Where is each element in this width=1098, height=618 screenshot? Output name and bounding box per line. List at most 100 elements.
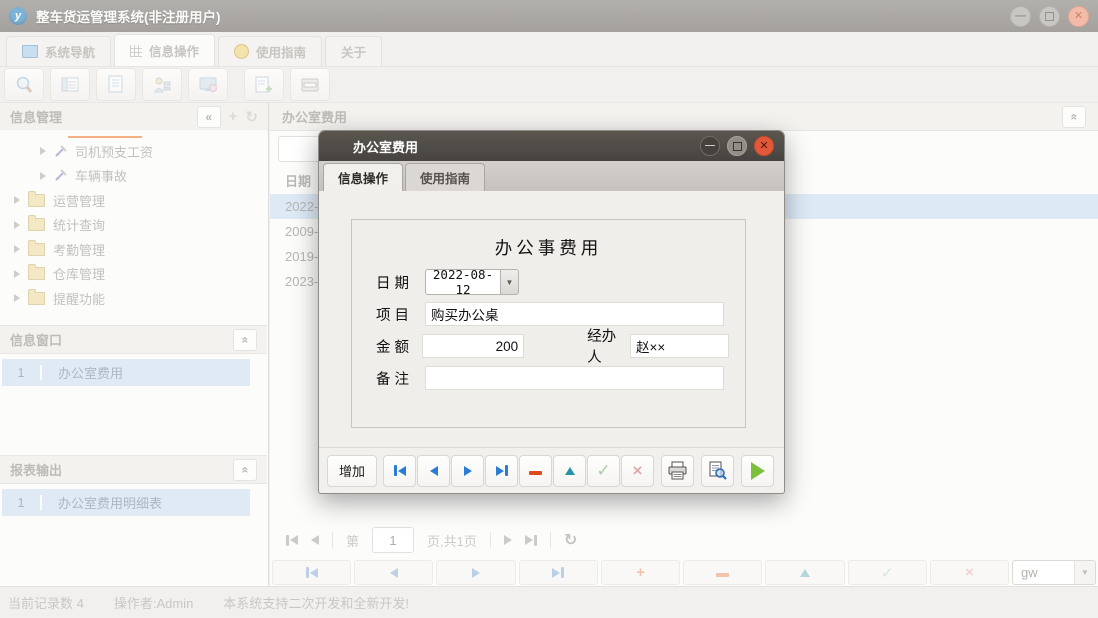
tab-system-nav[interactable]: 系统导航: [6, 36, 111, 66]
amount-field[interactable]: [422, 334, 524, 358]
window-controls: — ✕: [1010, 6, 1089, 27]
monitor-button[interactable]: [188, 68, 228, 101]
minimize-icon[interactable]: —: [1010, 6, 1031, 27]
collapse-left-icon[interactable]: «: [197, 106, 221, 128]
run-button[interactable]: [741, 455, 774, 487]
cancel-button[interactable]: ×: [621, 455, 654, 487]
confirm-button[interactable]: ✓: [848, 560, 927, 585]
dialog-title: 办公室费用: [353, 137, 418, 156]
expense-form: 办公事费用 日 期 2022-08-12 ▼ 项 目 金 额 经办人: [351, 219, 746, 428]
tree-item-vehicle-accident[interactable]: 车辆事故: [0, 164, 267, 189]
tab-user-guide[interactable]: 使用指南: [218, 36, 322, 66]
document-button[interactable]: [96, 68, 136, 101]
window-icon: [22, 45, 38, 58]
tree-item-driver-advance[interactable]: 司机预支工资: [0, 139, 267, 164]
note-field[interactable]: [425, 366, 724, 390]
status-bar: 当前记录数 4 操作者:Admin 本系统支持二次开发和全新开发!: [0, 586, 1098, 618]
cancel-button[interactable]: ×: [930, 560, 1009, 585]
handler-label: 经办人: [587, 325, 628, 367]
item-field[interactable]: [425, 302, 724, 326]
folder-icon: [28, 267, 45, 280]
add-record-button[interactable]: +: [601, 560, 680, 585]
operator-label: 操作者:Admin: [114, 593, 193, 612]
prev-record-button[interactable]: [417, 455, 450, 487]
dialog-close-icon[interactable]: ✕: [754, 136, 774, 156]
confirm-button[interactable]: ✓: [587, 455, 620, 487]
folder-icon: [28, 194, 45, 207]
user-chart-button[interactable]: [142, 68, 182, 101]
search-icon: [14, 75, 34, 95]
collapse-up-icon[interactable]: «: [233, 459, 257, 481]
last-record-button[interactable]: [485, 455, 518, 487]
page-number-input[interactable]: [372, 527, 414, 553]
grid-icon: [130, 45, 142, 57]
tree-item-attendance-mgmt[interactable]: 考勤管理: [0, 237, 267, 262]
chevron-down-icon: ▼: [1074, 561, 1095, 584]
expand-arrow-icon[interactable]: [14, 196, 20, 204]
expand-arrow-icon[interactable]: [40, 172, 46, 180]
date-dropdown[interactable]: 2022-08-12 ▼: [425, 269, 519, 295]
tree-item-reminder[interactable]: 提醒功能: [0, 286, 267, 311]
print-button[interactable]: [661, 455, 694, 487]
maximize-icon[interactable]: [1039, 6, 1060, 27]
expand-arrow-icon[interactable]: [14, 294, 20, 302]
delete-record-button[interactable]: [683, 560, 762, 585]
tree-item-warehouse-mgmt[interactable]: 仓库管理: [0, 262, 267, 287]
tree-item-operation-mgmt[interactable]: 运营管理: [0, 188, 267, 213]
info-window-header: 信息窗口 «: [0, 325, 267, 354]
report-output-header: 报表输出 «: [0, 455, 267, 484]
folder-icon: [28, 292, 45, 305]
tab-about[interactable]: 关于: [325, 36, 382, 66]
last-page-icon[interactable]: [525, 535, 537, 546]
prev-page-icon[interactable]: [311, 535, 319, 545]
app-window: y 整车货运管理系统(非注册用户) — ✕ 系统导航 信息操作 使用指南 关于: [0, 0, 1098, 618]
titlebar: y 整车货运管理系统(非注册用户) — ✕: [0, 0, 1098, 32]
next-page-icon[interactable]: [504, 535, 512, 545]
list-item-office-expense-report[interactable]: 1 办公室费用明细表: [2, 489, 250, 516]
dialog-tab-info-operation[interactable]: 信息操作: [323, 163, 403, 191]
table-view-icon: [60, 76, 80, 94]
table-view-button[interactable]: [50, 68, 90, 101]
collapse-up-icon[interactable]: «: [233, 329, 257, 351]
prev-record-button[interactable]: [354, 560, 433, 585]
dialog-maximize-icon[interactable]: [727, 136, 747, 156]
next-record-button[interactable]: [436, 560, 515, 585]
note-label: 备 注: [376, 368, 425, 389]
first-record-button[interactable]: [272, 560, 351, 585]
collapse-up-icon[interactable]: «: [1062, 106, 1086, 128]
refresh-icon[interactable]: ↻: [245, 108, 258, 126]
last-record-button[interactable]: [519, 560, 598, 585]
chevron-down-icon: ▼: [500, 270, 518, 294]
next-record-button[interactable]: [451, 455, 484, 487]
search-button[interactable]: [4, 68, 44, 101]
archive-button[interactable]: [290, 68, 330, 101]
add-button[interactable]: 增加: [327, 455, 377, 487]
refresh-icon[interactable]: ↻: [564, 530, 577, 550]
edit-record-button[interactable]: [765, 560, 844, 585]
first-page-icon[interactable]: [286, 535, 298, 546]
list-item-office-expense[interactable]: 1 办公室费用: [2, 359, 250, 386]
edit-record-button[interactable]: [553, 455, 586, 487]
handler-field[interactable]: [630, 334, 729, 358]
expand-arrow-icon[interactable]: [14, 245, 20, 253]
print-preview-button[interactable]: [701, 455, 734, 487]
dialog-body: 办公事费用 日 期 2022-08-12 ▼ 项 目 金 额 经办人: [319, 191, 784, 448]
expand-arrow-icon[interactable]: [14, 221, 20, 229]
info-management-header: 信息管理 « + ↻: [0, 102, 268, 131]
tree-item-statistics-query[interactable]: 统计查询: [0, 213, 267, 238]
table-select-dropdown[interactable]: gw ▼: [1012, 560, 1096, 585]
sidebar: 信息管理 « + ↻ 司机预支工资 车辆事故 运营管理: [0, 102, 269, 586]
delete-record-button[interactable]: [519, 455, 552, 487]
dialog-minimize-icon[interactable]: —: [700, 136, 720, 156]
first-record-button[interactable]: [383, 455, 416, 487]
tab-info-operation[interactable]: 信息操作: [114, 34, 215, 66]
folder-icon: [28, 218, 45, 231]
expand-arrow-icon[interactable]: [40, 147, 46, 155]
close-icon[interactable]: ✕: [1068, 6, 1089, 27]
window-title: 整车货运管理系统(非注册用户): [36, 6, 221, 26]
doc-add-button[interactable]: [244, 68, 284, 101]
add-icon[interactable]: +: [229, 108, 238, 125]
dialog-tab-user-guide[interactable]: 使用指南: [405, 163, 485, 191]
expand-arrow-icon[interactable]: [14, 270, 20, 278]
main-panel-header: 办公室费用 «: [270, 102, 1098, 131]
